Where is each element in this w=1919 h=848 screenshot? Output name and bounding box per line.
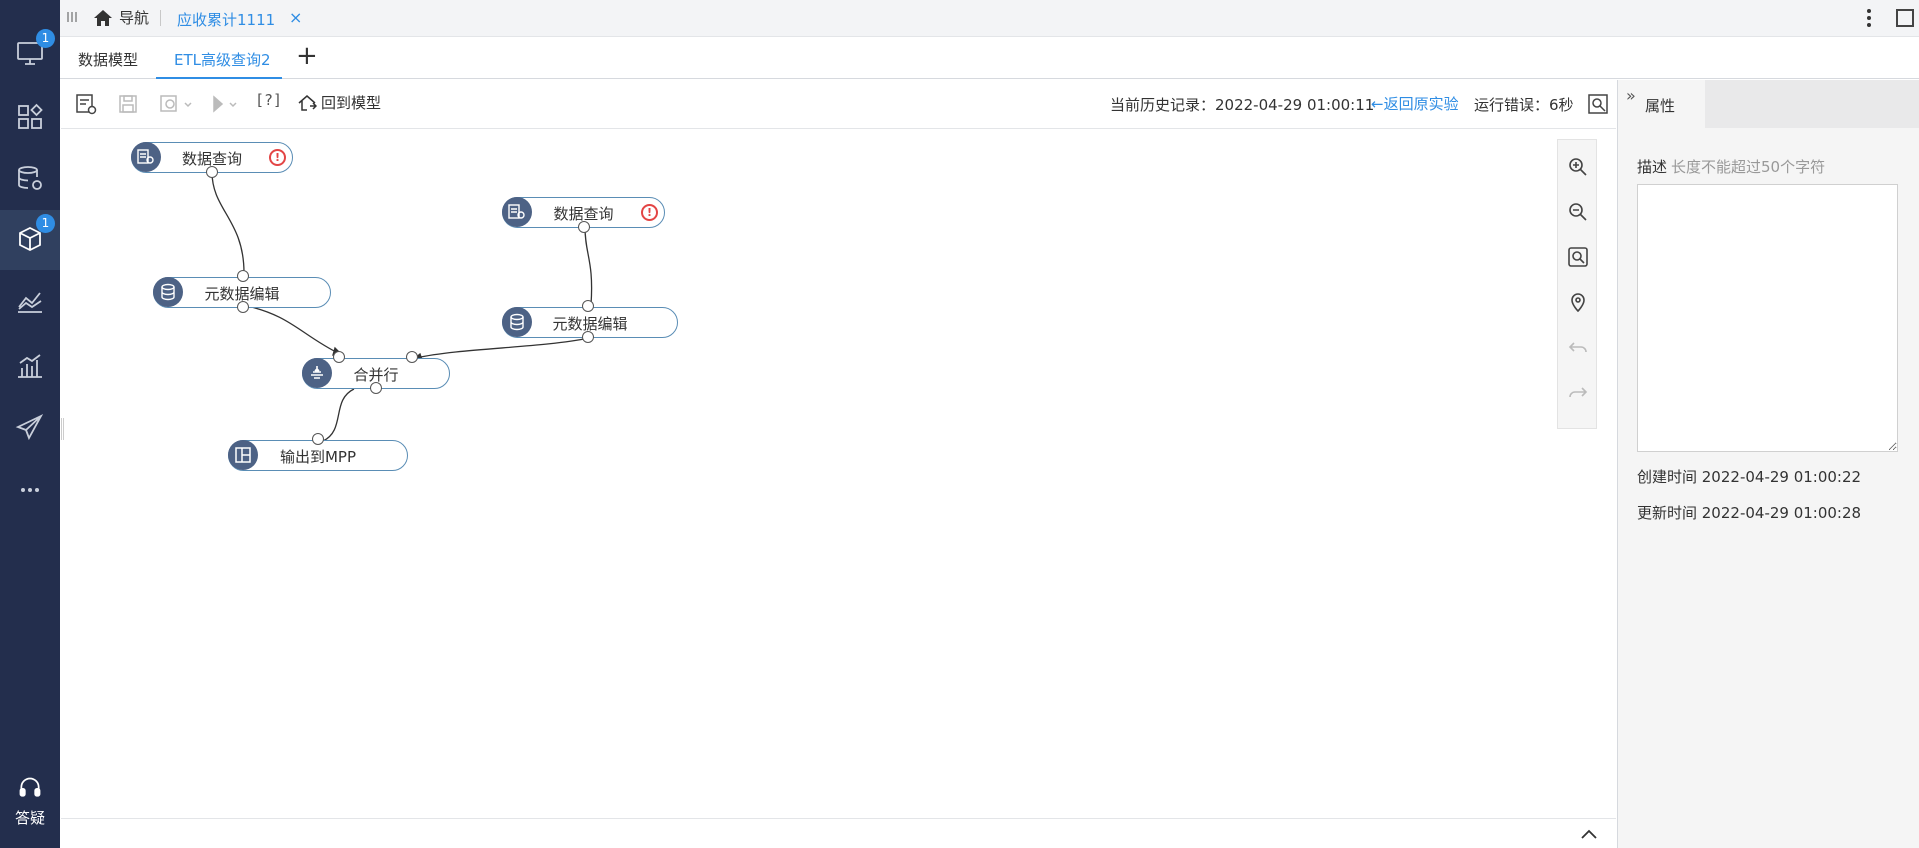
active-tab-indicator	[156, 77, 282, 79]
sidebar-item-chart-line[interactable]	[0, 272, 60, 332]
properties-panel: 属性 » 描述 长度不能超过50个字符 创建时间 2022-04-29 01:00…	[1617, 80, 1919, 848]
input-port[interactable]	[237, 270, 249, 282]
description-hint: 长度不能超过50个字符	[1671, 158, 1826, 176]
home-icon	[94, 9, 112, 26]
left-sidebar: 1 1 答疑	[0, 0, 60, 848]
tab-separator	[160, 10, 161, 26]
home-label: 导航	[119, 9, 150, 27]
input-port[interactable]	[406, 351, 418, 363]
output-port[interactable]	[370, 382, 382, 394]
send-icon	[15, 413, 44, 441]
redo-icon[interactable]	[1566, 380, 1590, 404]
sidebar-item-chart-bar[interactable]	[0, 336, 60, 396]
zoom-palette	[1557, 139, 1597, 429]
created-time: 创建时间 2022-04-29 01:00:22	[1637, 468, 1862, 486]
bar-chart-icon	[18, 354, 42, 378]
output-port[interactable]	[206, 166, 218, 178]
output-port[interactable]	[237, 301, 249, 313]
collapse-panel-icon[interactable]: »	[1626, 86, 1636, 105]
restore-experiment-link[interactable]: ←返回原实验	[1371, 93, 1459, 114]
headset-icon	[19, 777, 41, 797]
description-label: 描述 长度不能超过50个字符	[1637, 156, 1825, 177]
zoom-in-icon[interactable]	[1566, 155, 1590, 179]
output-port[interactable]	[578, 221, 590, 233]
sidebar-item-monitor[interactable]: 1	[0, 23, 60, 83]
node-label: 输出到MPP	[279, 448, 357, 466]
database-settings-icon	[18, 166, 42, 190]
close-icon[interactable]: ×	[289, 8, 302, 27]
properties-tab-label: 属性	[1645, 97, 1676, 115]
home-return-icon	[298, 94, 317, 111]
tab-properties[interactable]: 属性	[1624, 80, 1705, 128]
warning-icon[interactable]: !	[269, 149, 286, 166]
sidebar-item-more[interactable]	[0, 460, 60, 520]
input-port[interactable]	[333, 351, 345, 363]
sidebar-help[interactable]: 答疑	[0, 775, 60, 835]
toolbar: [?] 回到模型 当前历史记录：2022-04-29 01:00:11 ←返回原…	[61, 80, 1616, 129]
help-button[interactable]: [?]	[255, 91, 282, 109]
drag-grip-icon[interactable]	[66, 10, 78, 24]
more-vertical-icon[interactable]	[1866, 8, 1872, 28]
sidebar-item-send[interactable]	[0, 397, 60, 457]
input-port[interactable]	[312, 433, 324, 445]
run-dropdown-icon[interactable]	[209, 92, 245, 116]
input-port[interactable]	[582, 300, 594, 312]
help-label: 答疑	[14, 809, 45, 827]
tab-document[interactable]: 应收累计1111	[177, 9, 275, 30]
panel-tab-strip	[1705, 80, 1919, 128]
canvas-resize-handle[interactable]	[61, 418, 64, 440]
tab-data-model[interactable]: 数据模型	[78, 49, 138, 70]
flow-canvas[interactable]: 数据查询 ! 数据查询 ! 元数据编辑 元数据编辑 合并行 输出到MPP	[61, 130, 1616, 818]
undo-icon[interactable]	[1566, 335, 1590, 359]
updated-time: 更新时间 2022-04-29 01:00:28	[1637, 504, 1862, 522]
locate-icon[interactable]	[1566, 290, 1590, 314]
run-error-status: 运行错误：6秒	[1474, 96, 1574, 114]
apps-icon	[18, 103, 43, 129]
back-to-model-label: 回到模型	[321, 94, 382, 112]
properties-icon[interactable]	[74, 92, 98, 116]
sidebar-item-apps[interactable]	[0, 87, 60, 147]
top-tab-bar: 导航 应收累计1111 ×	[60, 0, 1919, 37]
sidebar-badge: 1	[36, 214, 55, 233]
history-record: 当前历史记录：2022-04-29 01:00:11	[1110, 96, 1375, 114]
zoom-out-icon[interactable]	[1566, 200, 1590, 224]
flow-links	[211, 171, 593, 442]
output-port[interactable]	[582, 331, 594, 343]
back-to-model-button[interactable]: 回到模型	[297, 92, 381, 113]
sub-tab-bar: 数据模型 ETL高级查询2 +	[60, 37, 1919, 79]
add-tab-button[interactable]: +	[296, 41, 318, 71]
home-nav[interactable]: 导航	[93, 7, 149, 28]
area-chart-icon	[18, 292, 42, 313]
tab-etl-query[interactable]: ETL高级查询2	[174, 49, 271, 70]
bottom-bar	[61, 818, 1616, 848]
more-horizontal-icon	[21, 488, 39, 492]
chevron-up-icon[interactable]	[1579, 827, 1599, 841]
description-title: 描述	[1637, 158, 1668, 176]
search-preview-icon[interactable]	[1586, 92, 1610, 116]
sidebar-item-database-settings[interactable]	[0, 148, 60, 208]
sidebar-badge: 1	[36, 29, 55, 48]
save-icon[interactable]	[116, 92, 140, 116]
description-textarea[interactable]	[1637, 184, 1898, 452]
warning-icon[interactable]: !	[641, 204, 658, 221]
maximize-icon[interactable]	[1896, 9, 1914, 27]
config-dropdown-icon[interactable]	[157, 92, 197, 116]
fit-view-icon[interactable]	[1566, 245, 1590, 269]
sidebar-item-model-cube[interactable]: 1	[0, 210, 60, 270]
